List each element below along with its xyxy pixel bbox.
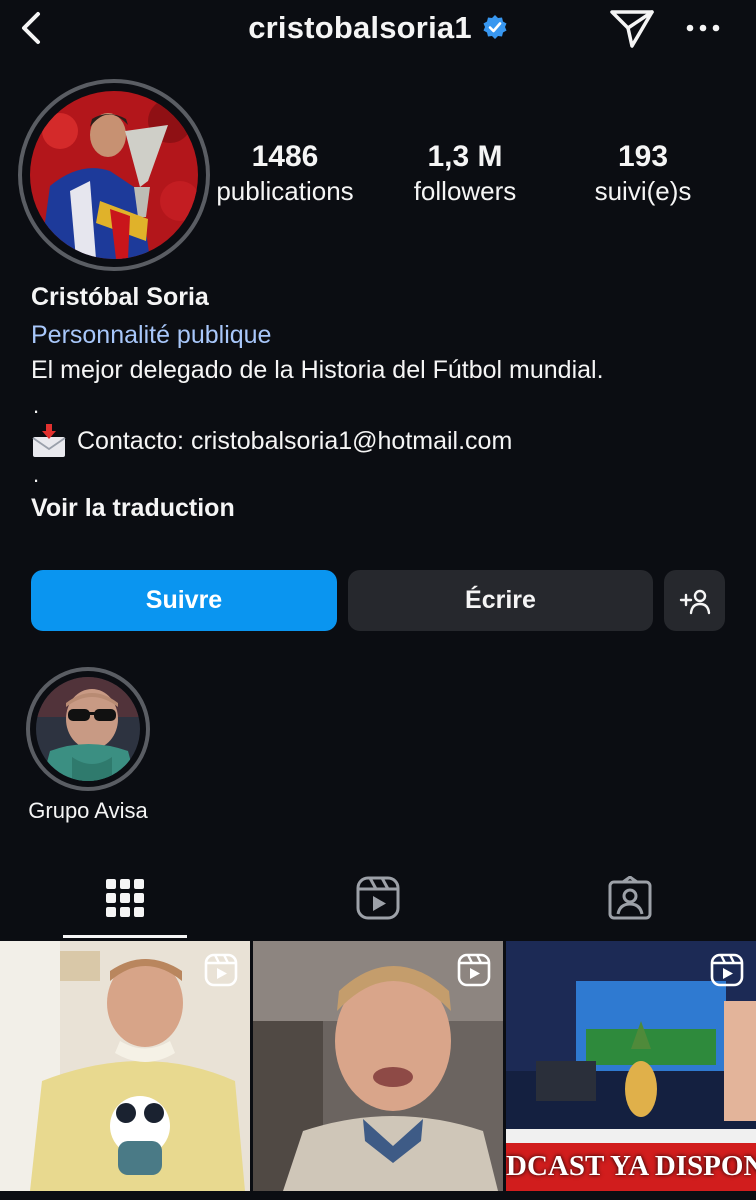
following-count[interactable]: 193 suivi(e)s	[563, 140, 723, 207]
posts-count-label: publications	[216, 176, 354, 206]
reels-icon	[356, 876, 400, 920]
username-text: cristobalsoria1	[248, 10, 472, 45]
tagged-icon	[608, 876, 652, 920]
tab-tagged[interactable]	[568, 855, 692, 941]
story-highlight-cover[interactable]	[36, 677, 140, 781]
avatar[interactable]	[30, 91, 198, 259]
message-button[interactable]: Écrire	[348, 570, 653, 631]
post-tile[interactable]: DCAST YA DISPONIBLE	[506, 941, 756, 1191]
reel-badge-icon	[204, 953, 238, 987]
suggested-users-button[interactable]	[664, 570, 725, 631]
post-tile[interactable]	[0, 941, 250, 1191]
followers-count-label: followers	[413, 176, 517, 206]
verified-badge-icon	[483, 14, 507, 39]
reel-badge-icon	[710, 953, 744, 987]
post-tile[interactable]	[253, 941, 503, 1191]
tab-reels[interactable]	[316, 855, 440, 941]
followers-count-value: 1,3 M	[427, 140, 503, 173]
profile-name: Cristóbal Soria	[31, 283, 209, 311]
more-horizontal-icon[interactable]	[684, 10, 724, 46]
see-translation-link[interactable]: Voir la traduction	[31, 494, 235, 523]
profile-tabs	[0, 855, 756, 941]
bio-text: El mejor delegado de la Historia del Fút…	[31, 356, 604, 384]
contact-text: Contacto: cristobalsoria1@hotmail.com	[77, 426, 513, 455]
active-tab-indicator	[63, 935, 187, 938]
envelope-icon	[32, 424, 66, 457]
posts-grid: DCAST YA DISPONIBLE	[0, 941, 756, 1200]
follow-button[interactable]: Suivre	[31, 570, 337, 631]
paper-plane-icon[interactable]	[608, 6, 656, 50]
avatar-photo	[30, 91, 198, 259]
post-caption-overlay: DCAST YA DISPONIBLE	[506, 1150, 756, 1182]
highlight-label: Grupo Avisa	[28, 798, 148, 823]
profile-category[interactable]: Personnalité publique	[31, 321, 271, 350]
bio-separator: .	[33, 393, 40, 418]
top-bar: cristobalsoria1	[0, 0, 756, 60]
following-count-value: 193	[617, 140, 669, 173]
posts-count-value: 1486	[251, 140, 319, 173]
posts-count: 1486 publications	[205, 140, 365, 207]
grid-icon	[106, 879, 144, 917]
bio-separator: .	[33, 462, 40, 487]
tab-posts[interactable]	[63, 855, 187, 941]
followers-count[interactable]: 1,3 M followers	[385, 140, 545, 207]
highlight-photo	[36, 677, 140, 781]
reel-badge-icon	[457, 953, 491, 987]
following-count-label: suivi(e)s	[594, 176, 692, 206]
bio-contact: Contacto: cristobalsoria1@hotmail.com	[31, 423, 512, 459]
add-user-icon	[679, 589, 710, 614]
